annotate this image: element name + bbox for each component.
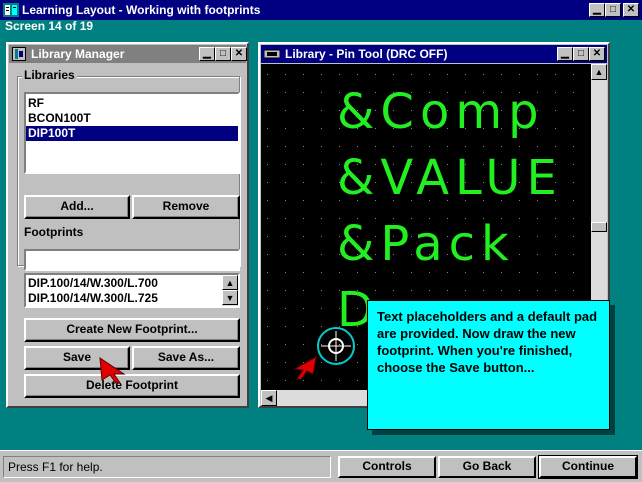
libraries-label: Libraries [22, 68, 77, 82]
close-icon: ✕ [234, 48, 244, 59]
continue-button[interactable]: Continue [538, 455, 638, 479]
arrow-left-icon: ◀ [265, 393, 273, 403]
lm-maximize-button[interactable]: □ [215, 47, 231, 61]
footprint-item[interactable]: DIP.100/14/W.300/L.725 [26, 291, 220, 306]
libraries-list[interactable]: RF BCON100T DIP100T [24, 92, 240, 174]
library-item-dip100t[interactable]: DIP100T [26, 126, 238, 141]
library-item-bcon100t[interactable]: BCON100T [26, 111, 238, 126]
app-title: Learning Layout - Working with footprint… [22, 3, 261, 17]
footprints-list[interactable]: DIP.100/14/W.300/L.700 DIP.100/14/W.300/… [24, 273, 240, 308]
pin-tool-app-icon[interactable] [263, 48, 281, 60]
footprint-item[interactable]: DIP.100/14/W.300/L.700 [26, 276, 220, 291]
controls-button[interactable]: Controls [338, 456, 436, 478]
system-menu-icon[interactable] [12, 47, 26, 61]
scroll-down-button[interactable]: ▼ [222, 290, 238, 305]
minimize-icon: ▁ [561, 48, 569, 59]
scroll-up-button[interactable]: ▲ [591, 64, 607, 80]
close-button[interactable]: ✕ [623, 3, 639, 17]
create-footprint-button[interactable]: Create New Footprint... [24, 318, 240, 342]
close-icon: ✕ [592, 48, 602, 59]
pt-maximize-button[interactable]: □ [573, 47, 589, 61]
scroll-up-button[interactable]: ▲ [222, 275, 238, 290]
pin-tool-title: Library - Pin Tool (DRC OFF) [285, 47, 448, 61]
pin-tool-title-bar: Library - Pin Tool (DRC OFF) ▁ □ ✕ [261, 45, 607, 63]
footprints-scrollbar[interactable]: ▲ ▼ [222, 275, 238, 306]
pointer-arrow-icon [291, 354, 317, 380]
pack-placeholder: &Pack [337, 216, 515, 272]
app-title-bar: Learning Layout - Working with footprint… [0, 0, 642, 20]
footprint-filter-input[interactable] [24, 249, 240, 271]
status-bar: Press F1 for help. Controls Go Back Cont… [0, 450, 642, 482]
scroll-left-button[interactable]: ◀ [261, 390, 277, 406]
pt-close-button[interactable]: ✕ [589, 47, 605, 61]
arrow-down-icon: ▼ [225, 293, 235, 303]
screen-counter: Screen 14 of 19 [5, 19, 94, 33]
minimize-icon: ▁ [593, 4, 601, 15]
instruction-callout: Text placeholders and a default pad are … [367, 300, 610, 430]
go-back-button[interactable]: Go Back [438, 456, 536, 478]
comp-placeholder: &Comp [337, 84, 545, 140]
app-icon[interactable] [3, 3, 19, 17]
lm-minimize-button[interactable]: ▁ [199, 47, 215, 61]
help-status-text: Press F1 for help. [3, 456, 331, 478]
close-icon: ✕ [626, 4, 636, 15]
pt-minimize-button[interactable]: ▁ [557, 47, 573, 61]
scroll-thumb[interactable] [591, 222, 607, 232]
maximize-icon: □ [219, 48, 227, 59]
library-manager-window: Library Manager ▁ □ ✕ Libraries RF BCON1… [6, 42, 249, 408]
maximize-icon: □ [609, 4, 617, 15]
minimize-icon: ▁ [203, 48, 211, 59]
library-item-rf[interactable]: RF [26, 96, 238, 111]
default-pad[interactable] [316, 326, 356, 366]
minimize-button[interactable]: ▁ [589, 3, 605, 17]
maximize-icon: □ [577, 48, 585, 59]
add-library-button[interactable]: Add... [24, 195, 130, 219]
arrow-up-icon: ▲ [225, 278, 235, 288]
value-placeholder: &VALUE [337, 150, 563, 206]
footprints-label: Footprints [22, 225, 86, 239]
arrow-up-icon: ▲ [594, 67, 604, 77]
library-manager-title: Library Manager [31, 47, 125, 61]
pointer-arrow-icon [98, 356, 126, 384]
lm-close-button[interactable]: ✕ [231, 47, 247, 61]
library-manager-title-bar: Library Manager ▁ □ ✕ [9, 45, 247, 63]
save-as-button[interactable]: Save As... [132, 346, 240, 370]
remove-library-button[interactable]: Remove [132, 195, 240, 219]
maximize-button[interactable]: □ [605, 3, 621, 17]
delete-footprint-button[interactable]: Delete Footprint [24, 374, 240, 398]
